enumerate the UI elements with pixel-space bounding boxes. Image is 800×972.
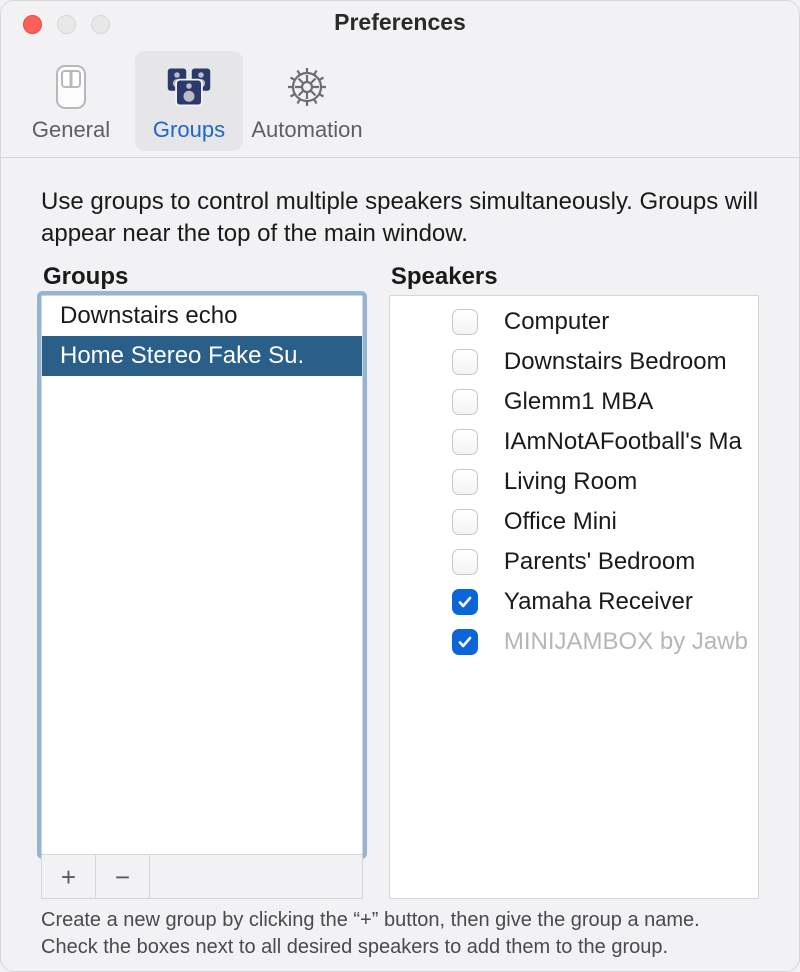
tab-automation[interactable]: Automation [253,51,361,151]
speaker-checkbox[interactable] [452,629,478,655]
speaker-name: Computer [504,308,609,336]
remove-group-button[interactable]: − [96,855,150,898]
checkmark-icon [457,634,473,650]
speakers-column: Speakers Computer Downstairs Bedroom Glemm… [389,257,759,899]
checkmark-icon [457,594,473,610]
groups-wrap: Downstairs echo Home Stereo Fake Su. + − [41,295,363,899]
speaker-row[interactable]: Living Room [390,462,758,502]
window-title: Preferences [1,9,799,36]
content: Use groups to control multiple speakers … [1,158,799,971]
speaker-name: IAmNotAFootball's Ma [504,428,742,456]
groups-header: Groups [41,257,363,295]
tab-label: Groups [153,117,225,143]
groups-list[interactable]: Downstairs echo Home Stereo Fake Su. [41,295,363,855]
gear-icon [283,63,331,111]
switch-icon [51,63,91,111]
speaker-name: Yamaha Receiver [504,588,693,616]
intro-text: Use groups to control multiple speakers … [41,186,759,251]
columns: Groups Downstairs echo Home Stereo Fake S… [41,257,759,899]
add-group-button[interactable]: + [42,855,96,898]
minus-icon: − [115,864,130,890]
preferences-window: Preferences General Groups Automation [0,0,800,972]
group-name: Downstairs echo [60,302,237,329]
speaker-checkbox[interactable] [452,469,478,495]
speaker-checkbox[interactable] [452,389,478,415]
plus-icon: + [61,864,76,890]
toolbar: General Groups Automation [1,45,799,158]
speaker-row[interactable]: Office Mini [390,502,758,542]
speaker-row[interactable]: Yamaha Receiver [390,582,758,622]
speakers-icon [165,65,213,109]
speaker-checkbox[interactable] [452,349,478,375]
groups-bottombar: + − [41,855,363,899]
group-row[interactable]: Downstairs echo [42,296,362,336]
speaker-name: Downstairs Bedroom [504,348,727,376]
titlebar: Preferences [1,1,799,45]
tab-general[interactable]: General [17,51,125,151]
speaker-name: Glemm1 MBA [504,388,653,416]
speaker-row[interactable]: Parents' Bedroom [390,542,758,582]
speaker-row[interactable]: MINIJAMBOX by Jawb [390,622,758,662]
speaker-name: Living Room [504,468,637,496]
speaker-checkbox[interactable] [452,549,478,575]
speakers-list[interactable]: Computer Downstairs Bedroom Glemm1 MBA IAmN… [389,295,759,899]
group-name: Home Stereo Fake Su. [60,342,304,369]
group-row[interactable]: Home Stereo Fake Su. [42,336,362,376]
groups-column: Groups Downstairs echo Home Stereo Fake S… [41,257,363,899]
speaker-name: Parents' Bedroom [504,548,695,576]
speakers-icon [165,63,213,111]
speaker-row[interactable]: IAmNotAFootball's Ma [390,422,758,462]
speaker-name: MINIJAMBOX by Jawb [504,628,748,656]
speakers-header: Speakers [389,257,759,295]
speaker-checkbox[interactable] [452,509,478,535]
tab-groups[interactable]: Groups [135,51,243,151]
speaker-row[interactable]: Computer [390,302,758,342]
gear-icon [283,63,331,111]
speaker-checkbox[interactable] [452,309,478,335]
speaker-name: Office Mini [504,508,617,536]
speaker-row[interactable]: Downstairs Bedroom [390,342,758,382]
switch-icon [47,63,95,111]
tab-label: Automation [251,117,362,143]
tab-label: General [32,117,110,143]
footer-text: Create a new group by clicking the “+” b… [41,899,759,961]
speaker-checkbox[interactable] [452,429,478,455]
speaker-checkbox[interactable] [452,589,478,615]
speaker-row[interactable]: Glemm1 MBA [390,382,758,422]
bottombar-spacer [150,855,362,898]
